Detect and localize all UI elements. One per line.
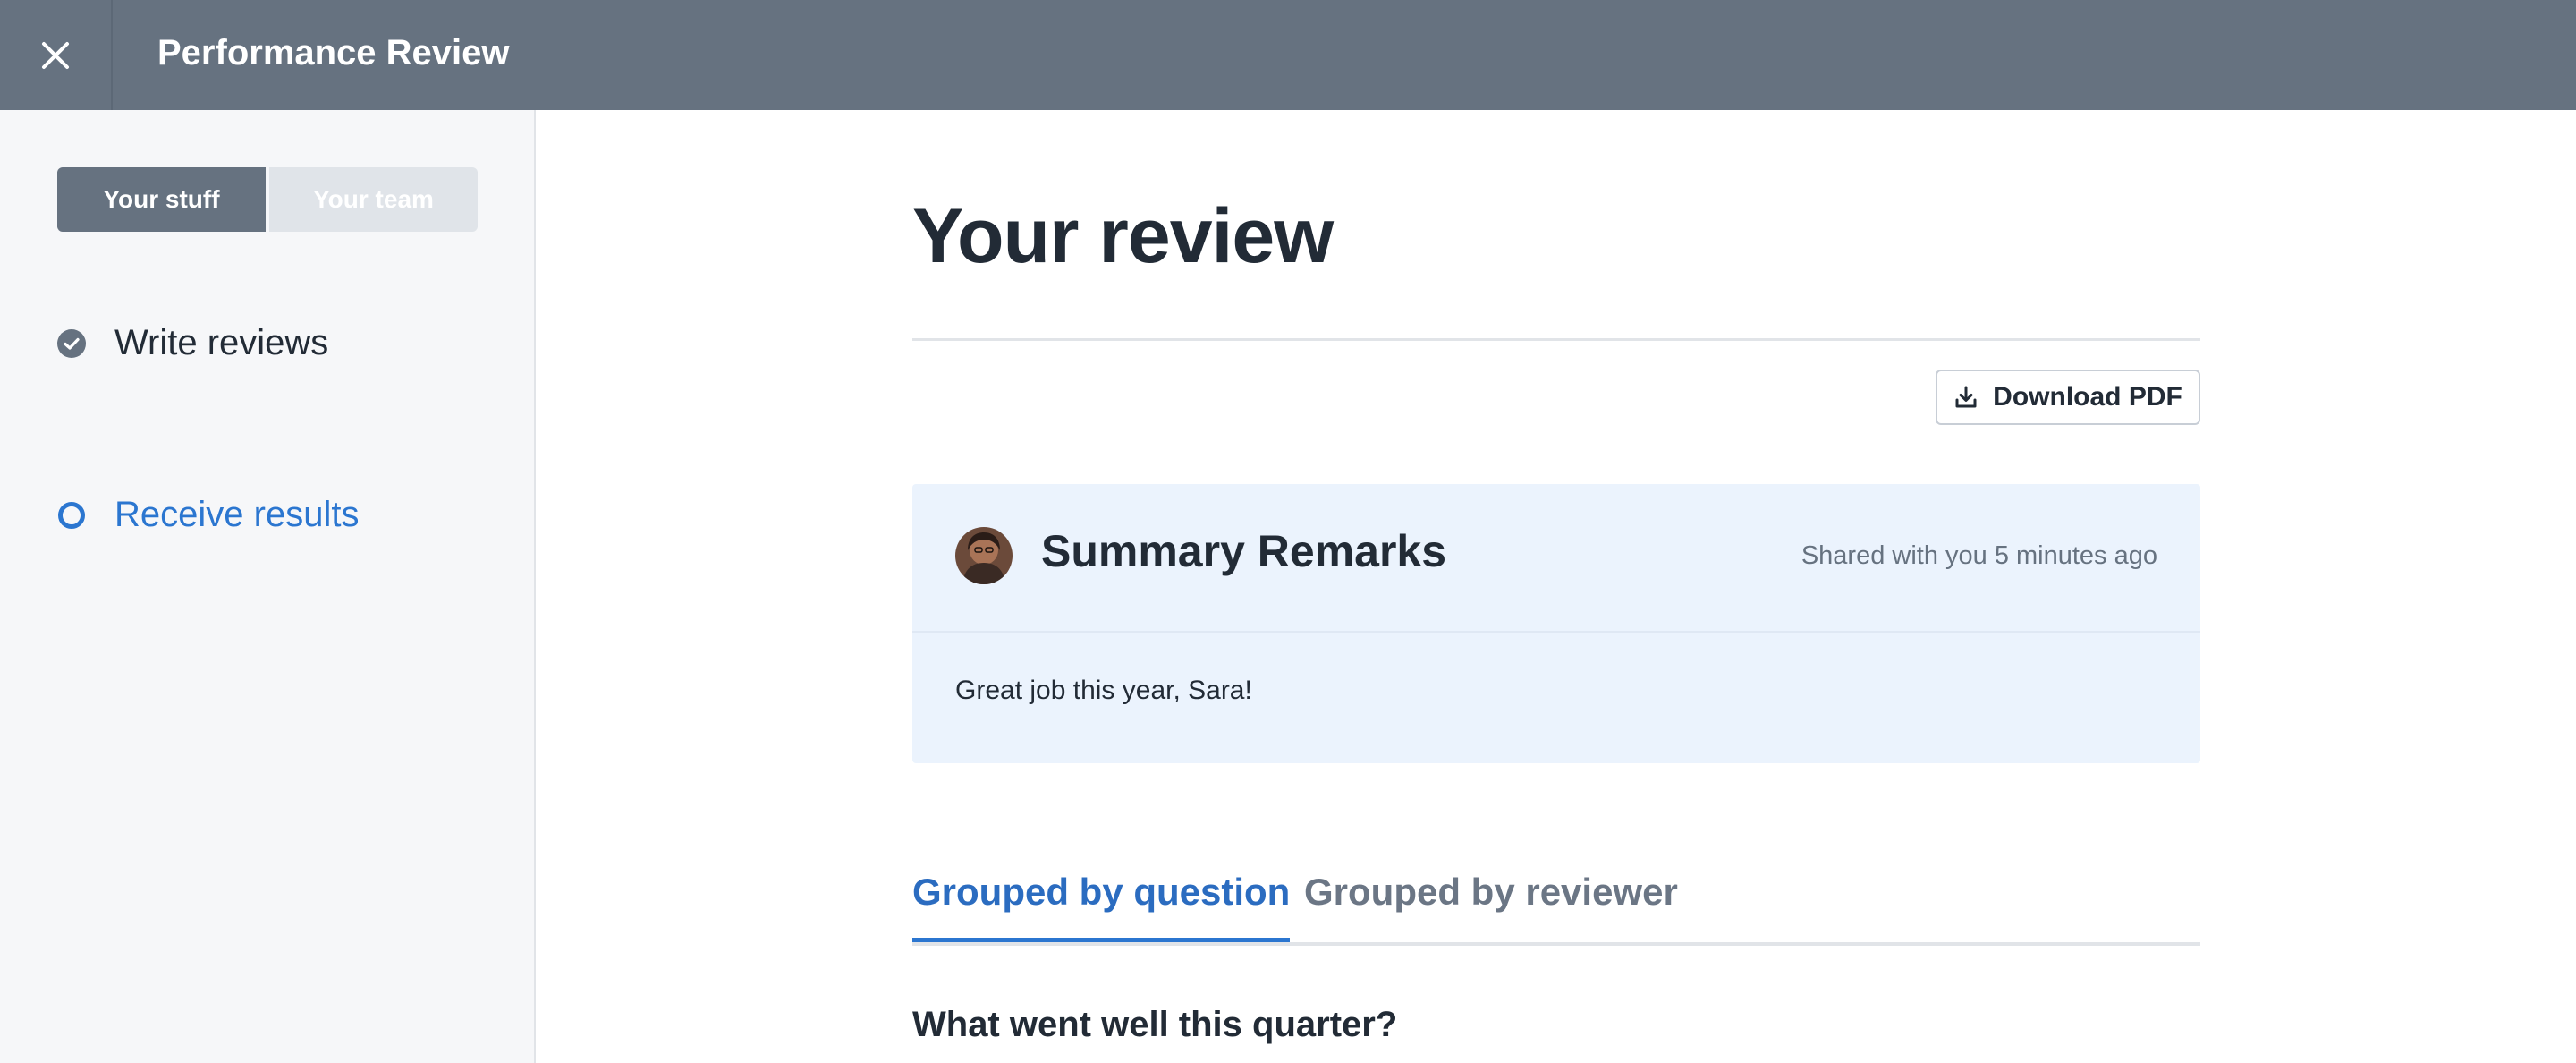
empty-circle-icon — [58, 501, 85, 529]
tab-grouped-by-question[interactable]: Grouped by question — [912, 867, 1291, 942]
view-toggle: Your stuff Your team — [57, 167, 478, 232]
close-button[interactable] — [0, 0, 113, 110]
sidebar: Your stuff Your team Write reviews Recei… — [0, 110, 536, 1063]
close-icon[interactable] — [40, 40, 71, 71]
download-pdf-button[interactable]: Download PDF — [1936, 370, 2200, 425]
step-label: Receive results — [114, 495, 360, 534]
your-team-toggle[interactable]: Your team — [269, 167, 478, 232]
tab-bar: Grouped by question Grouped by reviewer — [912, 867, 2200, 946]
step-receive-results[interactable]: Receive results — [57, 495, 359, 535]
step-label: Write reviews — [114, 323, 329, 362]
summary-title: Summary Remarks — [1041, 526, 1447, 576]
top-bar: Performance Review — [0, 0, 2576, 110]
summary-header: Summary Remarks Shared with you 5 minute… — [912, 484, 2200, 633]
download-icon — [1955, 386, 1977, 408]
check-circle-icon — [57, 328, 86, 358]
page-title: Your review — [912, 193, 1334, 279]
download-pdf-label: Download PDF — [1993, 382, 2182, 412]
summary-card: Summary Remarks Shared with you 5 minute… — [912, 484, 2200, 763]
question-heading: What went well this quarter? — [912, 1005, 1398, 1044]
divider — [912, 338, 2200, 341]
your-stuff-toggle[interactable]: Your stuff — [57, 167, 266, 232]
app-title: Performance Review — [157, 33, 510, 72]
shared-timestamp: Shared with you 5 minutes ago — [1801, 541, 2157, 570]
avatar — [955, 527, 1013, 584]
step-write-reviews[interactable]: Write reviews — [57, 323, 328, 363]
tab-grouped-by-reviewer[interactable]: Grouped by reviewer — [1304, 867, 1678, 942]
summary-text: Great job this year, Sara! — [955, 676, 1252, 705]
